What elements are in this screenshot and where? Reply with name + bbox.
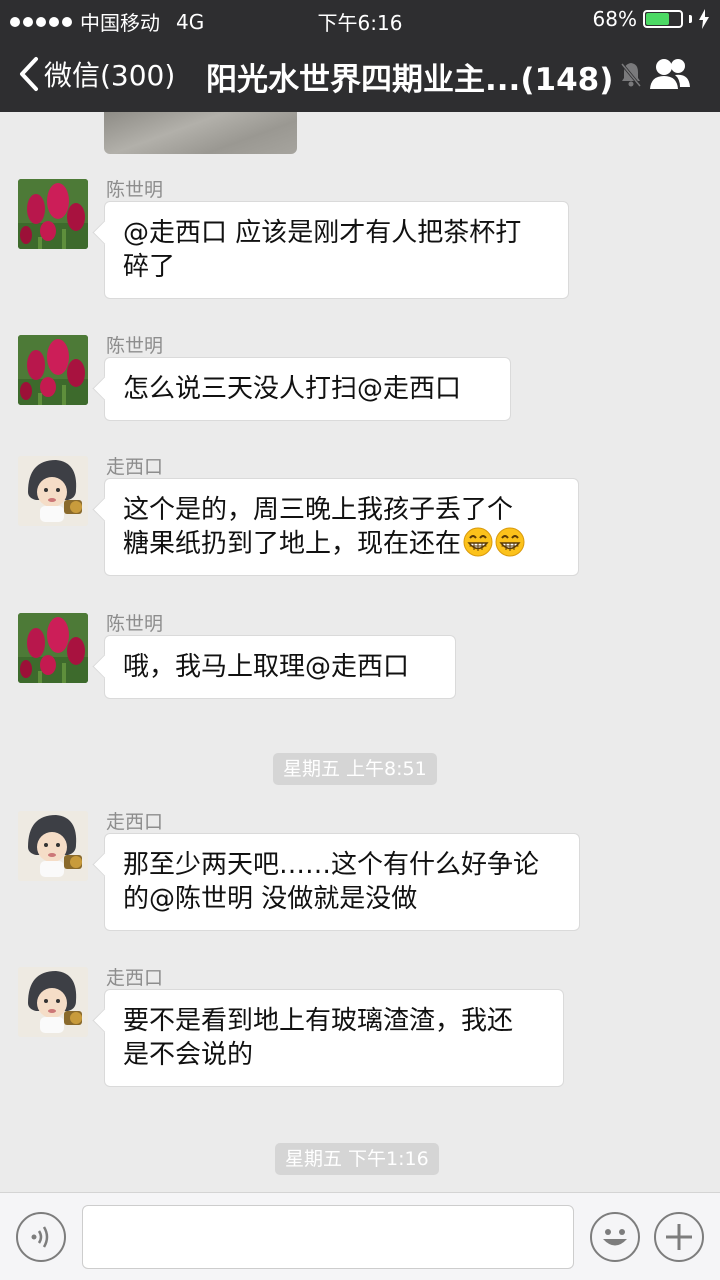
status-bar: 中国移动 4G 下午6:16 68% xyxy=(0,0,720,38)
grinning-face-emoji-icon xyxy=(495,527,526,557)
group-members-icon[interactable] xyxy=(649,56,691,92)
message-line: 的@陈世明 没做就是没做 xyxy=(123,884,418,914)
message-line: 糖果纸扔到了地上，现在还在 xyxy=(123,529,462,559)
timestamp-divider: 星期五 上午8:51 xyxy=(273,753,437,785)
battery-tip xyxy=(689,15,692,23)
grinning-face-emoji-icon xyxy=(463,527,494,557)
avatar[interactable] xyxy=(18,179,88,249)
message-line: 要不是看到地上有玻璃渣渣，我还 xyxy=(123,1006,514,1036)
message-bubble[interactable]: @走西口 应该是刚才有人把茶杯打 碎了 xyxy=(104,201,569,299)
charging-bolt-icon xyxy=(699,9,709,29)
message-bubble[interactable]: 要不是看到地上有玻璃渣渣，我还 是不会说的 xyxy=(104,989,564,1087)
chat-header: 微信(300) 阳光水世界四期业主...(148) xyxy=(0,38,720,112)
sender-name: 陈世明 xyxy=(106,613,164,635)
back-chevron-icon xyxy=(20,57,38,91)
timestamp-divider: 星期五 下午1:16 xyxy=(275,1143,439,1175)
emoji-button[interactable] xyxy=(590,1212,640,1262)
voice-button[interactable] xyxy=(16,1212,66,1262)
chat-title: 阳光水世界四期业主...(148) xyxy=(206,62,614,98)
status-right: 68% xyxy=(593,7,710,31)
avatar[interactable] xyxy=(18,811,88,881)
message-line: 碎了 xyxy=(123,252,176,282)
message-line: 这个是的，周三晚上我孩子丢了个 xyxy=(123,495,514,525)
input-bar xyxy=(0,1192,720,1280)
message-line: 哦，我马上取理@走西口 xyxy=(123,652,410,682)
message-bubble[interactable]: 怎么说三天没人打扫@走西口 xyxy=(104,357,511,421)
avatar[interactable] xyxy=(18,456,88,526)
plus-icon xyxy=(666,1224,692,1250)
emoji-icon xyxy=(603,1229,627,1246)
message-line: @走西口 应该是刚才有人把茶杯打 xyxy=(123,218,522,248)
message-line: 那至少两天吧……这个有什么好争论 xyxy=(123,850,540,880)
avatar[interactable] xyxy=(18,967,88,1037)
back-button[interactable]: 微信(300) xyxy=(18,54,175,94)
message-bubble[interactable]: 这个是的，周三晚上我孩子丢了个 糖果纸扔到了地上，现在还在 xyxy=(104,478,579,576)
avatar[interactable] xyxy=(18,335,88,405)
message-bubble[interactable]: 哦，我马上取理@走西口 xyxy=(104,635,456,699)
battery-icon xyxy=(643,10,683,28)
sender-name: 陈世明 xyxy=(106,335,164,357)
sender-name: 走西口 xyxy=(106,456,164,478)
back-label: 微信(300) xyxy=(44,59,176,92)
message-list[interactable]: 陈世明 @走西口 应该是刚才有人把茶杯打 碎了 陈世明 怎么说三天没人打扫@走西… xyxy=(0,112,720,1192)
mute-bell-icon xyxy=(620,63,642,87)
sender-name: 陈世明 xyxy=(106,179,164,201)
message-line-with-emoji: 糖果纸扔到了地上，现在还在 xyxy=(123,527,560,561)
avatar[interactable] xyxy=(18,613,88,683)
message-bubble[interactable]: 那至少两天吧……这个有什么好争论 的@陈世明 没做就是没做 xyxy=(104,833,580,931)
message-input[interactable] xyxy=(82,1205,574,1269)
message-line: 是不会说的 xyxy=(123,1040,254,1070)
battery-percent: 68% xyxy=(592,7,637,31)
voice-icon xyxy=(31,1226,49,1248)
sender-name: 走西口 xyxy=(106,967,164,989)
sender-name: 走西口 xyxy=(106,811,164,833)
image-message-fragment[interactable] xyxy=(104,112,297,154)
message-line: 怎么说三天没人打扫@走西口 xyxy=(123,374,462,404)
more-button[interactable] xyxy=(654,1212,704,1262)
